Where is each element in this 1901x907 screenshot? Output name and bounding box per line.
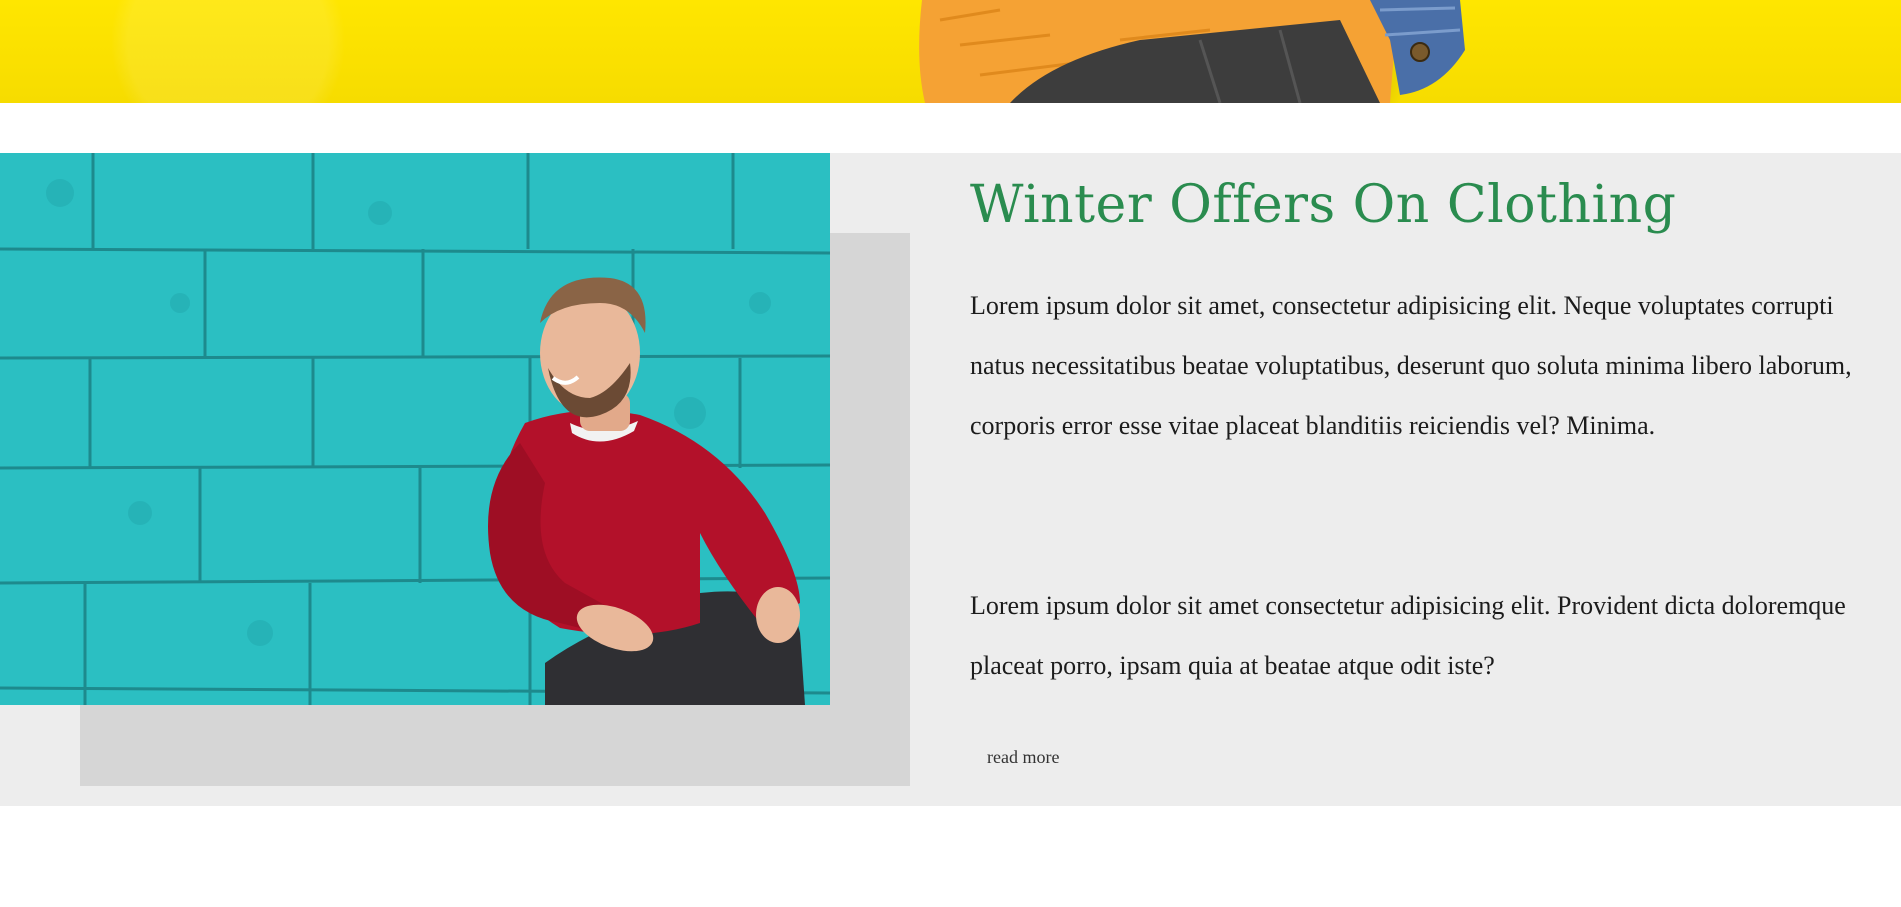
hero-illustration	[919, 0, 1465, 103]
man-red-sweater-illustration	[0, 153, 830, 705]
offer-paragraph-1: Lorem ipsum dolor sit amet, consectetur …	[970, 291, 1852, 440]
hero-image	[0, 0, 1901, 103]
read-more-link[interactable]: read more	[987, 747, 1059, 768]
offer-image	[0, 153, 830, 705]
offer-title: Winter Offers On Clothing	[970, 175, 1677, 235]
offer-paragraph-2: Lorem ipsum dolor sit amet consectetur a…	[970, 591, 1846, 680]
